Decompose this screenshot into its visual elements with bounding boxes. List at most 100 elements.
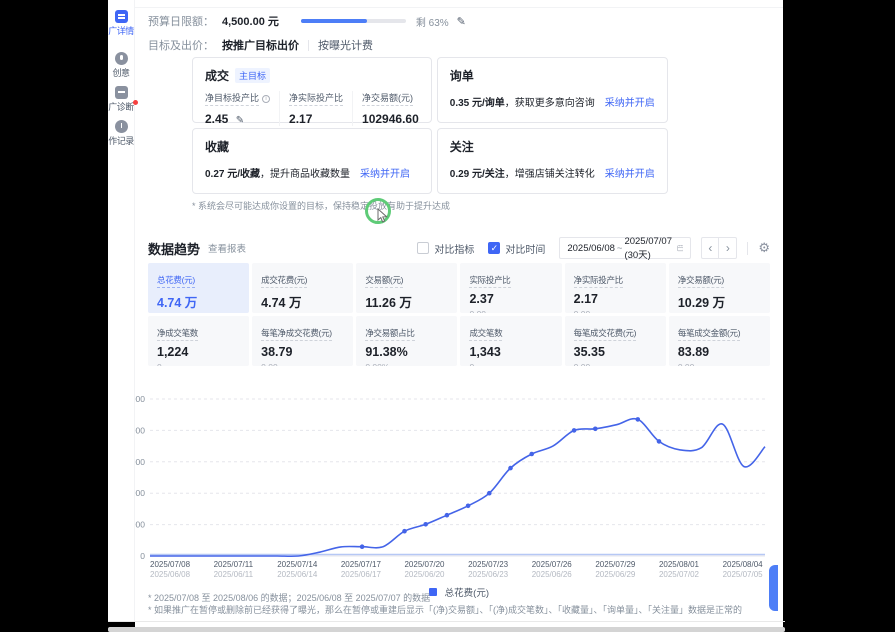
metric-card-10[interactable]: 每笔成交花费(元)35.350.00 [565, 316, 666, 366]
date-start: 2025/06/08 [567, 243, 615, 254]
tab-divider [308, 40, 309, 51]
metric-card-3[interactable]: 实际投产比2.370.00 [460, 263, 561, 313]
sidebar-item-label: 广详情 [108, 26, 134, 37]
sidebar-item-diagnosis[interactable]: 广诊断 [108, 86, 134, 113]
horizontal-scrollbar[interactable] [108, 627, 785, 632]
metric-label: 成交笔数 [469, 327, 502, 341]
metric-value: 4.74 万 [261, 292, 344, 311]
main-content: 预算日限额： 4,500.00 元 剩 63% ✎ 目标及出价： 按推广目标出价… [135, 0, 783, 632]
metric-value: 1,343 [469, 345, 552, 359]
metric-compare-value: 0.00 [261, 362, 344, 366]
svg-text:2025/07/14: 2025/07/14 [277, 560, 318, 569]
adopt-and-enable-link[interactable]: 采纳并开启 [605, 169, 655, 180]
metric-compare-value: 0 [469, 362, 552, 366]
metric-label: 每笔成交花费(元) [574, 327, 636, 341]
metric-card-0[interactable]: 总花费(元)4.74 万0.00 [148, 263, 249, 313]
side-rail: 广详情创意广诊断作记录 [108, 0, 135, 622]
goals-footnote: * 系统会尽可能达成你设置的目标，保持稳定投放有助于提升达成 [192, 199, 450, 212]
edit-icon[interactable]: ✎ [457, 15, 466, 28]
metric-label: 净成交笔数 [157, 327, 198, 341]
metric-compare-value: 0 [157, 362, 240, 366]
goal-stats: 净目标投产比 i 2.45 ✎ 净实际投产比 2.17 [205, 91, 419, 126]
svg-text:2025/06/23: 2025/06/23 [468, 570, 509, 579]
adopt-and-enable-link[interactable]: 采纳并开启 [605, 98, 655, 109]
history-icon [115, 120, 128, 133]
metric-card-4[interactable]: 净实际投产比2.170.00 [565, 263, 666, 313]
goal-card-follow[interactable]: 关注 0.29 元/关注，增强店铺关注转化采纳并开启 [437, 128, 668, 194]
budget-slider[interactable] [301, 19, 406, 23]
budget-amount: 4,500.00 元 [222, 13, 279, 29]
gear-icon[interactable]: ⚙ [758, 240, 770, 256]
metric-label: 实际投产比 [469, 274, 510, 288]
metric-label: 净实际投产比 [574, 274, 623, 288]
checkbox-icon[interactable]: ✓ [488, 242, 500, 254]
diagnosis-icon [115, 86, 128, 99]
date-nav-group: ‹ › [701, 237, 737, 259]
sidebar-item-history[interactable]: 作记录 [108, 120, 134, 147]
metric-label: 净交易额(元) [678, 274, 724, 288]
metric-value: 91.38% [365, 345, 448, 359]
svg-text:2025/08/01: 2025/08/01 [659, 560, 700, 569]
metric-card-1[interactable]: 成交花费(元)4.74 万0.00 [252, 263, 353, 313]
svg-text:2025/06/20: 2025/06/20 [404, 570, 445, 579]
budget-slider-fill [301, 19, 367, 23]
side-floating-button[interactable] [769, 565, 778, 611]
bidding-label: 目标及出价： [148, 37, 214, 53]
goal-card-title: 关注 [450, 138, 655, 155]
date-range-picker[interactable]: 2025/06/08 ~ 2025/07/07 (30天) [559, 237, 691, 259]
metric-card-9[interactable]: 成交笔数 1,343 0 [460, 316, 561, 366]
svg-text:2025/07/05: 2025/07/05 [723, 570, 764, 579]
svg-text:2025/07/08: 2025/07/08 [150, 560, 191, 569]
metric-card-8[interactable]: 净交易额占比91.38%0.00% [356, 316, 457, 366]
metric-label: 每笔成交金额(元) [678, 327, 740, 341]
metric-compare-value: 0.00 [574, 362, 657, 366]
svg-text:2025/06/26: 2025/06/26 [532, 570, 573, 579]
goal-card-inquiry[interactable]: 询单 0.35 元/询单，获取更多意向咨询采纳并开启 [437, 57, 668, 123]
adopt-and-enable-link[interactable]: 采纳并开启 [360, 169, 410, 180]
metric-card-6[interactable]: 净成交笔数1,2240 [148, 316, 249, 366]
sidebar-item-label: 广诊断 [108, 102, 134, 113]
goal-cards-grid: 成交 主目标 净目标投产比 i 2.45 ✎ [192, 57, 613, 194]
compare-metric-checkbox[interactable]: 对比指标 [417, 241, 474, 256]
view-report-link[interactable]: 查看报表 [208, 241, 246, 255]
sidebar-item-label: 创意 [112, 68, 129, 79]
metric-card-5[interactable]: 净交易额(元)10.29 万0.00 [669, 263, 770, 313]
goal-price: 0.35 元/询单 [450, 98, 505, 109]
sidebar-item-detail[interactable]: 广详情 [108, 10, 134, 37]
svg-text:2025/07/26: 2025/07/26 [532, 560, 573, 569]
metric-value: 4.74 万 [157, 292, 240, 311]
stat-label: 净目标投产比 i [205, 91, 270, 106]
metric-card-2[interactable]: 交易额(元)11.26 万0.00 [356, 263, 457, 313]
sidebar-item-idea[interactable]: 创意 [108, 52, 134, 79]
goal-desc-text: ，提升商品收藏数量 [260, 169, 350, 180]
stat-net-target-roi: 净目标投产比 i 2.45 ✎ [205, 91, 280, 126]
prev-period-button[interactable]: ‹ [702, 238, 719, 258]
metric-card-11[interactable]: 每笔成交金额(元)83.890.00 [669, 316, 770, 366]
goal-price: 0.27 元/收藏 [205, 169, 260, 180]
goal-price: 0.29 元/关注 [450, 169, 505, 180]
edit-icon[interactable]: ✎ [236, 115, 244, 126]
tab-bid-by-goal[interactable]: 按推广目标出价 [222, 37, 299, 53]
next-period-button[interactable]: › [719, 238, 736, 258]
svg-text:2025/07/23: 2025/07/23 [468, 560, 509, 569]
goal-card-title: 询单 [450, 67, 655, 84]
cursor-icon [377, 208, 388, 223]
stat-value: 2.17 [289, 112, 343, 126]
metric-value: 83.89 [678, 345, 761, 359]
checkbox-icon[interactable] [417, 242, 429, 254]
compare-time-checkbox[interactable]: ✓ 对比时间 [488, 241, 545, 256]
svg-text:2025/06/08: 2025/06/08 [150, 570, 191, 579]
svg-text:2025/06/14: 2025/06/14 [277, 570, 318, 579]
goal-desc-text: ，获取更多意向咨询 [505, 98, 595, 109]
goal-card-favorite[interactable]: 收藏0.27 元/收藏，提升商品收藏数量采纳并开启 [192, 128, 432, 194]
goal-card-description: 0.29 元/关注，增强店铺关注转化采纳并开启 [450, 165, 655, 180]
metric-label: 每笔净成交花费(元) [261, 327, 332, 341]
goal-card-deal[interactable]: 成交 主目标 净目标投产比 i 2.45 ✎ [192, 57, 432, 123]
chart-footnotes: * 2025/07/08 至 2025/08/06 的数据；2025/06/08… [148, 592, 770, 616]
tab-bid-by-impression[interactable]: 按曝光计费 [318, 37, 373, 53]
svg-text:2025/07/29: 2025/07/29 [595, 560, 636, 569]
click-indicator [365, 198, 391, 224]
metric-card-7[interactable]: 每笔净成交花费(元)38.790.00 [252, 316, 353, 366]
info-icon[interactable]: i [262, 95, 270, 103]
budget-row: 预算日限额： 4,500.00 元 剩 63% ✎ [148, 13, 466, 29]
